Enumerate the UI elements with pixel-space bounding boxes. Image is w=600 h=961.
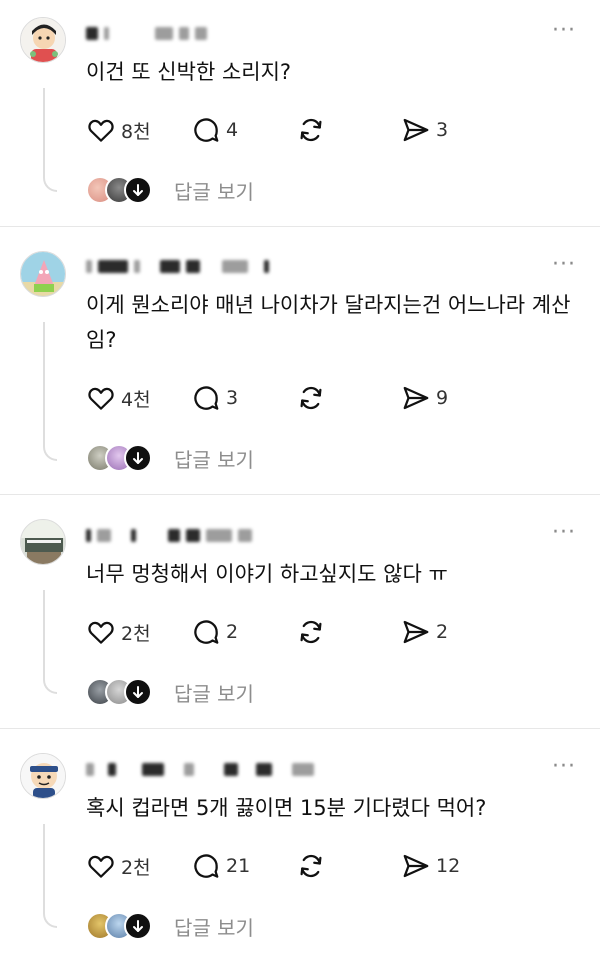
reply-count: 21 bbox=[226, 855, 251, 877]
view-replies[interactable]: 답글 보기 bbox=[86, 911, 254, 941]
divider bbox=[0, 494, 600, 495]
like-button[interactable]: 2천 bbox=[86, 851, 191, 881]
reply-count: 2 bbox=[226, 621, 239, 643]
repost-button[interactable] bbox=[296, 851, 401, 881]
view-replies[interactable]: 답글 보기 bbox=[86, 175, 254, 205]
like-count: 4천 bbox=[121, 388, 151, 411]
send-icon bbox=[403, 118, 429, 142]
reply-button[interactable]: 21 bbox=[191, 851, 296, 881]
avatar[interactable] bbox=[20, 17, 66, 63]
share-count: 2 bbox=[436, 621, 449, 643]
comment-text: 혹시 컵라면 5개 끓이면 15분 기다렸다 먹어? bbox=[86, 796, 487, 820]
avatar[interactable] bbox=[20, 519, 66, 565]
share-button[interactable]: 2 bbox=[401, 617, 506, 647]
divider bbox=[0, 728, 600, 729]
view-replies[interactable]: 답글 보기 bbox=[86, 443, 254, 473]
divider bbox=[0, 226, 600, 227]
share-button[interactable]: 3 bbox=[401, 115, 506, 145]
username-blurred[interactable] bbox=[86, 525, 252, 545]
repost-icon bbox=[300, 854, 322, 878]
heart-icon bbox=[88, 621, 114, 644]
thread-line bbox=[43, 824, 57, 928]
repost-button[interactable] bbox=[296, 383, 401, 413]
view-replies-label: 답글 보기 bbox=[174, 915, 254, 940]
more-options-icon[interactable]: ··· bbox=[552, 522, 576, 544]
like-button[interactable]: 8천 bbox=[86, 115, 191, 145]
arrow-down-icon bbox=[124, 444, 152, 472]
comment-bubble-icon bbox=[194, 118, 219, 142]
arrow-down-icon bbox=[124, 678, 152, 706]
reply-button[interactable]: 3 bbox=[191, 383, 296, 413]
repost-icon bbox=[300, 386, 322, 410]
avatar[interactable] bbox=[20, 251, 66, 297]
username-blurred[interactable] bbox=[86, 23, 207, 43]
share-count: 12 bbox=[436, 855, 461, 877]
action-bar: 4천 3 9 bbox=[86, 382, 506, 414]
action-bar: 2천 2 2 bbox=[86, 616, 506, 648]
action-bar: 2천 21 12 bbox=[86, 850, 506, 882]
comment-bubble-icon bbox=[194, 854, 219, 878]
more-options-icon[interactable]: ··· bbox=[552, 254, 576, 276]
repost-button[interactable] bbox=[296, 115, 401, 145]
action-bar: 8천 4 3 bbox=[86, 114, 506, 146]
like-count: 2천 bbox=[121, 622, 151, 645]
send-icon bbox=[403, 386, 429, 410]
send-icon bbox=[403, 854, 429, 878]
view-replies[interactable]: 답글 보기 bbox=[86, 677, 254, 707]
reply-count: 4 bbox=[226, 119, 239, 141]
like-button[interactable]: 4천 bbox=[86, 383, 191, 413]
username-blurred[interactable] bbox=[86, 759, 314, 779]
share-count: 9 bbox=[436, 387, 449, 409]
send-icon bbox=[403, 620, 429, 644]
repost-button[interactable] bbox=[296, 617, 401, 647]
username-blurred[interactable] bbox=[86, 256, 269, 276]
share-button[interactable]: 9 bbox=[401, 383, 506, 413]
repost-icon bbox=[300, 118, 322, 142]
like-button[interactable]: 2천 bbox=[86, 617, 191, 647]
like-count: 8천 bbox=[121, 120, 151, 143]
reply-button[interactable]: 2 bbox=[191, 617, 296, 647]
thread-line bbox=[43, 88, 57, 192]
comment-bubble-icon bbox=[194, 386, 219, 410]
heart-icon bbox=[88, 119, 114, 142]
heart-icon bbox=[88, 387, 114, 410]
comment-text: 이게 뭔소리야 매년 나이차가 달라지는건 어느나라 계산임? bbox=[86, 293, 571, 352]
more-options-icon[interactable]: ··· bbox=[552, 756, 576, 778]
thread-line bbox=[43, 590, 57, 694]
reply-count: 3 bbox=[226, 387, 239, 409]
heart-icon bbox=[88, 855, 114, 878]
view-replies-label: 답글 보기 bbox=[174, 447, 254, 472]
like-count: 2천 bbox=[121, 856, 151, 879]
comment-text: 이건 또 신박한 소리지? bbox=[86, 60, 292, 84]
avatar[interactable] bbox=[20, 753, 66, 799]
reply-button[interactable]: 4 bbox=[191, 115, 296, 145]
arrow-down-icon bbox=[124, 912, 152, 940]
share-button[interactable]: 12 bbox=[401, 851, 506, 881]
arrow-down-icon bbox=[124, 176, 152, 204]
comment-bubble-icon bbox=[194, 620, 219, 644]
share-count: 3 bbox=[436, 119, 449, 141]
more-options-icon[interactable]: ··· bbox=[552, 20, 576, 42]
view-replies-label: 답글 보기 bbox=[174, 179, 254, 204]
repost-icon bbox=[300, 620, 322, 644]
view-replies-label: 답글 보기 bbox=[174, 681, 254, 706]
thread-line bbox=[43, 322, 57, 461]
comment-text: 너무 멍청해서 이야기 하고싶지도 않다 ㅠ bbox=[86, 562, 448, 586]
